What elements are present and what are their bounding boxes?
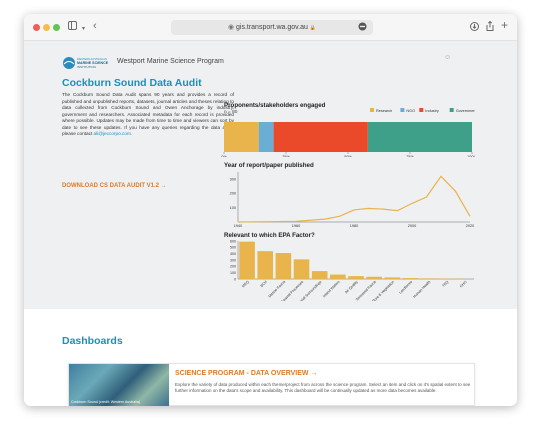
url-text: gis.transport.wa.gov.au [236,24,308,31]
x-tick-label: 100% [467,155,475,157]
y-tick-label: 300 [230,177,236,181]
x-tick-label: 50% [344,155,352,157]
epa-chart: 0100200300400500600MEQ BCH Marine FaunaCoa… [230,239,474,301]
legend-label: Industry [425,109,439,113]
x-tick-label: Marine Fauna [268,280,287,299]
x-tick-label: 0% [221,155,227,157]
stack-segment [273,122,368,152]
x-tick-label: BCH [260,280,268,288]
user-icon[interactable]: ☺ [444,54,451,61]
x-tick-label: 1940 [234,224,242,228]
epa-bar [239,241,255,279]
cockburn-sound-image: Cockburn Sound (credit: Western Australi… [69,364,169,406]
site-settings-icon[interactable] [358,22,367,35]
legend-label: Government [456,109,475,113]
epa-bar [366,276,382,279]
legend-swatch [400,108,405,112]
epa-bar [257,251,274,279]
stakeholders-chart: Research NGO Industry Government 0% 25% 50% 75%… [221,108,475,157]
x-tick-label: Human Health [412,280,431,299]
epa-chart-title: Relevant to which EPA Factor? [224,232,315,239]
legend-label: NGO [406,109,415,113]
x-tick-label: GHG [459,280,468,289]
legend-swatch [419,108,424,112]
data-overview-link[interactable]: SCIENCE PROGRAM - DATA OVERVIEW → [175,370,317,377]
x-tick-label: 25% [282,155,290,157]
x-tick-label: 2000 [408,224,416,228]
x-tick-label: Air Quality [344,280,359,295]
y-tick-label: 200 [230,192,236,196]
stack-segment [258,122,274,152]
dashboards-title: Dashboards [62,335,123,347]
x-tick-label: Landforms [398,280,413,295]
stack-segment [224,122,259,152]
lock-icon: 🔒 [309,25,317,31]
x-tick-label: MEQ [241,280,250,289]
x-tick-label: TEQ [441,280,449,288]
globe-icon: ◉ [227,24,235,31]
minimize-window-button[interactable] [43,24,50,31]
download-icon[interactable] [470,22,479,35]
audit-title: Cockburn Sound Data Audit [62,77,202,89]
epa-bar [275,253,292,279]
y-tick-label: 0 [234,277,236,281]
browser-titlebar: ▾ ‹ ◉ gis.transport.wa.gov.au 🔒 + [24,14,517,41]
download-audit-link[interactable]: DOWNLOAD CS DATA AUDIT V1.2 → [62,183,167,189]
close-window-button[interactable] [33,24,40,31]
audit-body: The Cockburn Sound Data Audit spans 90 y… [62,92,234,136]
chevron-down-icon[interactable]: ▾ [82,23,85,35]
y-tick-label: 600 [230,239,236,243]
logo-line-3: INSTITUTION [77,65,96,69]
y-tick-label: 200 [230,265,236,269]
data-overview-description: Explore the variety of data produced wit… [175,382,471,393]
sidebar-toggle-icon[interactable] [68,21,80,34]
x-tick-label: 1960 [292,224,300,228]
x-tick-label: 2020 [466,224,474,228]
image-caption: Cockburn Sound (credit: Western Australi… [71,400,141,404]
audit-description: The Cockburn Sound Data Audit spans 90 y… [62,92,234,138]
x-tick-label: 1980 [350,224,358,228]
legend-swatch [370,108,374,112]
epa-bar [311,271,328,279]
legend-label: Research [376,109,392,113]
data-overview-card[interactable]: Cockburn Sound (credit: Western Australi… [68,363,475,406]
y-tick-label: 300 [230,258,236,262]
y-tick-label: 400 [230,252,236,256]
epa-bar [348,276,364,279]
y-tick-label: 500 [230,246,236,250]
epa-bar [420,278,437,279]
share-icon[interactable] [486,20,494,35]
publication-line [237,175,471,223]
epa-bar [402,278,419,279]
epa-bar [293,259,310,279]
stack-segment [367,122,472,152]
new-tab-icon[interactable]: + [501,19,508,31]
address-bar[interactable]: ◉ gis.transport.wa.gov.au 🔒 [171,20,373,35]
browser-window: ▾ ‹ ◉ gis.transport.wa.gov.au 🔒 + WESTER… [24,14,517,406]
y-tick-label: 100 [230,206,236,210]
back-arrow-icon[interactable]: ‹ [93,20,97,32]
epa-bar [330,274,346,279]
x-tick-label: Inland Waters [322,280,341,299]
zoom-window-button[interactable] [53,24,60,31]
x-tick-label: 75% [406,155,414,157]
year-chart: 100 200 300 1940 1960 1980 2000 2020 [230,172,474,228]
contact-email-link[interactable]: ali@jeccorpo.com. [94,131,133,136]
page-content: WESTERN AUSTRALIAN MARINE SCIENCE INSTIT… [24,41,517,406]
epa-bar [384,277,401,279]
site-title: Westport Marine Science Program [117,58,224,65]
y-tick-label: 100 [230,271,236,275]
legend-swatch [449,108,454,112]
wamsi-logo[interactable]: WESTERN AUSTRALIAN MARINE SCIENCE INSTIT… [62,55,112,71]
